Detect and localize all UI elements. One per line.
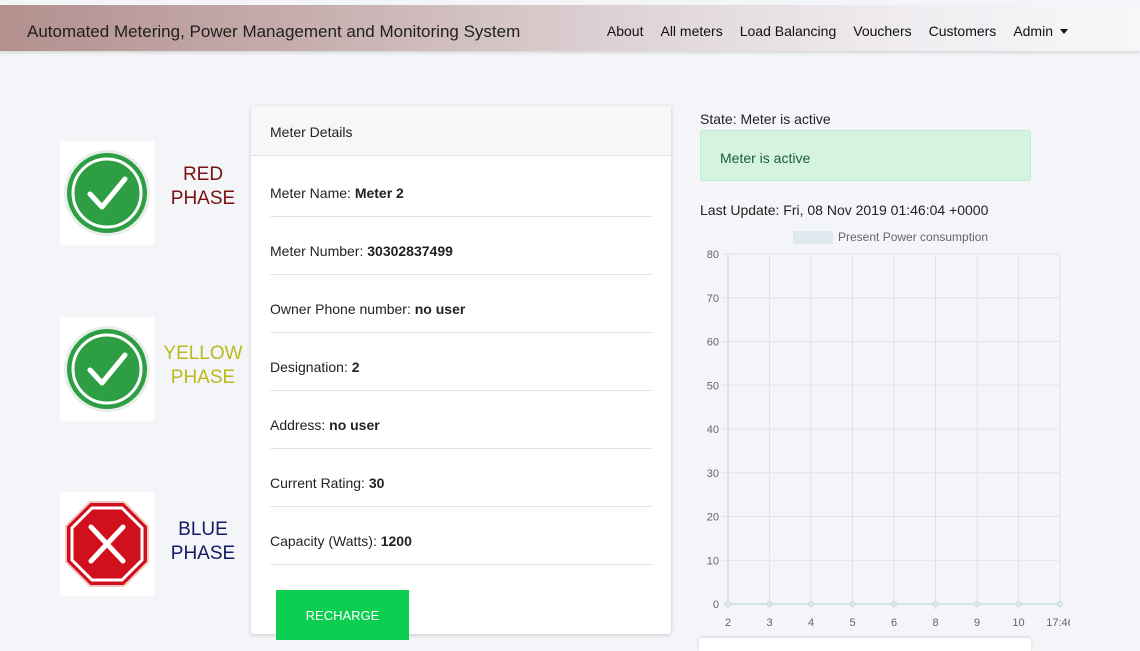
detail-value: 1200 xyxy=(380,533,412,549)
nav-link-vouchers[interactable]: Vouchers xyxy=(853,23,911,39)
nav-link-customers[interactable]: Customers xyxy=(929,23,997,39)
admin-label: Admin xyxy=(1013,23,1053,39)
bottom-panel xyxy=(699,638,1031,651)
phase-name: RED xyxy=(182,164,224,185)
phase-indicator-blue: BLUE PHASE xyxy=(60,492,250,596)
phase-name: BLUE xyxy=(178,519,228,540)
detail-label: Meter Name: xyxy=(270,185,355,201)
data-point xyxy=(808,601,814,607)
x-tick-label: 3 xyxy=(766,617,772,629)
x-tick-label: 17:46 xyxy=(1046,617,1070,629)
detail-label: Capacity (Watts): xyxy=(270,533,381,549)
check-circle-icon xyxy=(60,141,154,245)
data-point xyxy=(891,601,897,607)
card-header: Meter Details xyxy=(251,106,671,156)
detail-value: Meter 2 xyxy=(354,185,404,201)
detail-value: no user xyxy=(329,417,380,433)
detail-row-capacity: Capacity (Watts): 1200 xyxy=(270,507,652,565)
phase-label: RED PHASE xyxy=(154,163,252,211)
stop-cross-icon xyxy=(60,492,154,596)
power-consumption-chart: Present Power consumption 0 10 20 30 40 50 60 70… xyxy=(707,230,1070,629)
phase-indicator-red: RED PHASE xyxy=(60,141,250,245)
detail-row-owner-phone: Owner Phone number: no user xyxy=(270,275,652,333)
phase-word: PHASE xyxy=(170,367,236,388)
y-tick-label: 60 xyxy=(707,337,719,349)
x-tick-label: 10 xyxy=(1012,617,1024,629)
y-tick-label: 0 xyxy=(713,599,719,611)
phase-word: PHASE xyxy=(170,543,236,564)
detail-row-meter-name: Meter Name: Meter 2 xyxy=(270,159,652,217)
data-point xyxy=(932,601,939,607)
detail-value: no user xyxy=(414,301,466,317)
detail-value: 30302837499 xyxy=(367,243,453,259)
meter-details-card: Meter Details Meter Name: Meter 2 Meter … xyxy=(251,106,671,640)
x-tick-label: 4 xyxy=(808,617,814,629)
data-point xyxy=(1015,601,1022,607)
x-tick-label: 5 xyxy=(849,617,855,629)
phase-label: BLUE PHASE xyxy=(154,518,252,566)
y-tick-label: 20 xyxy=(707,512,719,524)
nav-link-about[interactable]: About xyxy=(607,23,644,39)
recharge-button[interactable]: RECHARGE xyxy=(276,590,409,640)
detail-value: 2 xyxy=(351,359,360,375)
brand-title[interactable]: Automated Metering, Power Management and… xyxy=(27,22,520,42)
y-tick-label: 40 xyxy=(707,424,719,436)
y-tick-label: 80 xyxy=(707,249,719,261)
status-alert: Meter is active xyxy=(700,130,1031,181)
nav-links: About All meters Load Balancing Vouchers… xyxy=(590,23,1068,39)
x-tick-label: 2 xyxy=(725,617,731,629)
top-navbar: Automated Metering, Power Management and… xyxy=(0,5,1140,51)
phase-label: YELLOW PHASE xyxy=(154,342,252,390)
x-tick-label: 6 xyxy=(891,617,897,629)
detail-value: 30 xyxy=(368,475,385,491)
x-tick-label: 9 xyxy=(974,617,980,629)
check-circle-icon xyxy=(60,317,154,421)
detail-row-address: Address: no user xyxy=(270,391,652,449)
last-update-text: Last Update: Fri, 08 Nov 2019 01:46:04 +… xyxy=(700,202,989,218)
legend-label: Present Power consumption xyxy=(838,230,988,244)
detail-label: Owner Phone number: xyxy=(270,301,415,317)
detail-label: Meter Number: xyxy=(270,243,368,259)
caret-down-icon xyxy=(1060,29,1068,34)
nav-link-all-meters[interactable]: All meters xyxy=(660,23,722,39)
detail-label: Designation: xyxy=(270,359,352,375)
nav-dropdown-admin[interactable]: Admin xyxy=(1013,23,1068,39)
detail-label: Address: xyxy=(270,417,330,433)
data-point xyxy=(849,601,856,607)
detail-row-current-rating: Current Rating: 30 xyxy=(270,449,652,507)
y-tick-label: 30 xyxy=(707,468,719,480)
data-point xyxy=(974,601,980,607)
phase-indicator-yellow: YELLOW PHASE xyxy=(60,317,250,421)
y-tick-label: 70 xyxy=(707,293,719,305)
detail-label: Current Rating: xyxy=(270,475,369,491)
phase-word: PHASE xyxy=(170,188,236,209)
y-tick-label: 10 xyxy=(707,555,719,567)
data-point xyxy=(1057,601,1063,607)
detail-row-designation: Designation: 2 xyxy=(270,333,652,391)
x-tick-label: 8 xyxy=(932,617,938,629)
data-point xyxy=(766,601,773,607)
meter-state-text: State: Meter is active xyxy=(700,111,831,127)
phase-name: YELLOW xyxy=(163,343,243,364)
nav-link-load-balancing[interactable]: Load Balancing xyxy=(740,23,837,39)
legend-swatch xyxy=(793,231,833,244)
data-point xyxy=(725,601,731,607)
detail-row-meter-number: Meter Number: 30302837499 xyxy=(270,217,652,275)
y-tick-label: 50 xyxy=(707,380,719,392)
